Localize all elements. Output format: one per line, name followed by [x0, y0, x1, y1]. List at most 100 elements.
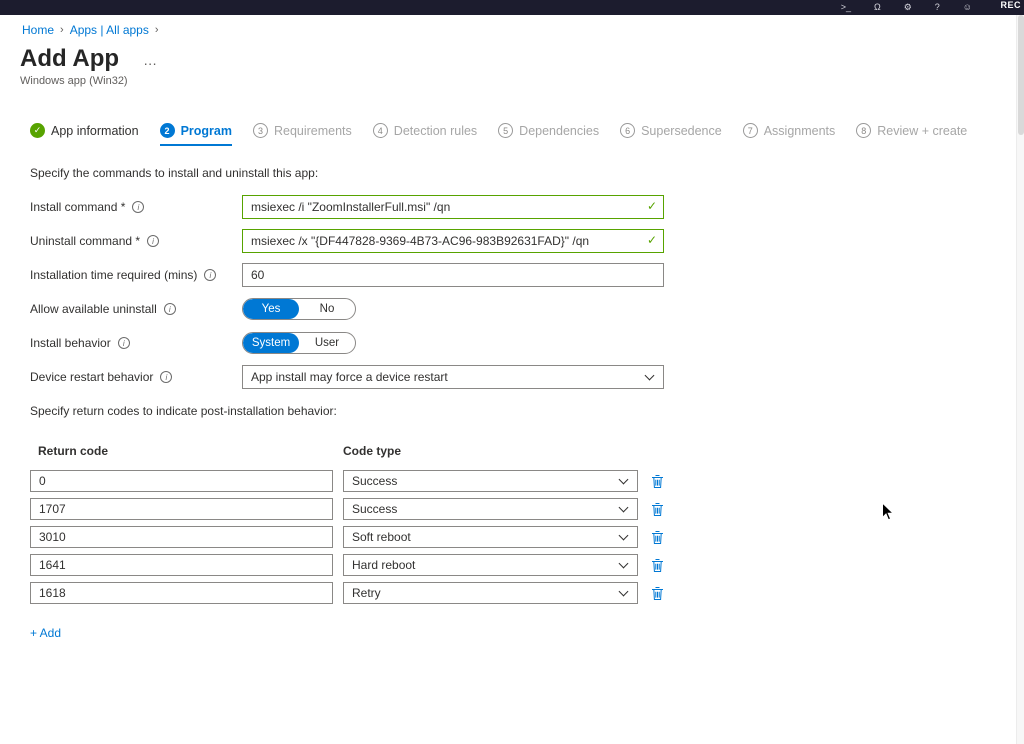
- return-code-input[interactable]: [30, 498, 333, 520]
- code-type-dropdown[interactable]: Success: [343, 470, 638, 492]
- label-text: Uninstall command *: [30, 234, 140, 248]
- step-dependencies[interactable]: 5 Dependencies: [498, 123, 599, 146]
- chevron-down-icon: [619, 558, 629, 568]
- uninstall-command-label: Uninstall command * i: [30, 234, 242, 248]
- dropdown-value: Soft reboot: [352, 530, 411, 544]
- step-supersedence[interactable]: 6 Supersedence: [620, 123, 722, 146]
- uninstall-command-input[interactable]: [242, 229, 664, 253]
- return-codes-rows: Success Success: [30, 470, 1024, 604]
- chevron-down-icon: [619, 586, 629, 596]
- page-title: Add App: [20, 46, 119, 72]
- main-content: Home › Apps | All apps › Add App … Windo…: [0, 15, 1024, 642]
- return-code-input[interactable]: [30, 554, 333, 576]
- chevron-down-icon: [619, 474, 629, 484]
- delete-row-button[interactable]: [651, 502, 664, 517]
- install-behavior-toggle[interactable]: System User: [242, 332, 356, 354]
- step-number-icon: 6: [620, 123, 635, 138]
- install-time-label: Installation time required (mins) i: [30, 268, 242, 282]
- feedback-icon[interactable]: ☺: [963, 3, 972, 12]
- breadcrumb-all-apps[interactable]: Apps | All apps: [70, 23, 149, 37]
- more-menu-button[interactable]: …: [143, 52, 159, 72]
- step-number-icon: 8: [856, 123, 871, 138]
- add-return-code-button[interactable]: + Add: [30, 626, 61, 640]
- info-icon[interactable]: i: [160, 371, 172, 383]
- allow-uninstall-toggle[interactable]: Yes No: [242, 298, 356, 320]
- info-icon[interactable]: i: [204, 269, 216, 281]
- allow-uninstall-label: Allow available uninstall i: [30, 302, 242, 316]
- return-code-row: Hard reboot: [30, 554, 1024, 576]
- commands-section-heading: Specify the commands to install and unin…: [30, 166, 1024, 180]
- delete-row-button[interactable]: [651, 530, 664, 545]
- info-icon[interactable]: i: [164, 303, 176, 315]
- info-icon[interactable]: i: [132, 201, 144, 213]
- return-code-row: Success: [30, 470, 1024, 492]
- step-label: Requirements: [274, 124, 352, 138]
- trash-icon: [651, 502, 664, 517]
- title-row: Add App …: [20, 46, 1024, 72]
- help-icon[interactable]: ?: [935, 3, 940, 12]
- step-program[interactable]: 2 Program: [160, 123, 232, 146]
- scrollbar-thumb[interactable]: [1018, 15, 1024, 135]
- toggle-option-yes[interactable]: Yes: [243, 299, 299, 319]
- code-type-dropdown[interactable]: Hard reboot: [343, 554, 638, 576]
- return-code-row: Retry: [30, 582, 1024, 604]
- return-code-row: Success: [30, 498, 1024, 520]
- step-label: App information: [51, 124, 139, 138]
- breadcrumb-separator-icon: ›: [60, 24, 64, 36]
- restart-behavior-row: Device restart behavior i App install ma…: [30, 365, 1024, 389]
- install-time-row: Installation time required (mins) i: [30, 263, 1024, 287]
- code-type-dropdown[interactable]: Soft reboot: [343, 526, 638, 548]
- info-icon[interactable]: i: [147, 235, 159, 247]
- label-text: Device restart behavior: [30, 370, 153, 384]
- step-complete-check-icon: ✓: [30, 123, 45, 138]
- dropdown-value: Retry: [352, 586, 381, 600]
- toggle-option-system[interactable]: System: [243, 333, 299, 353]
- code-type-dropdown[interactable]: Retry: [343, 582, 638, 604]
- install-behavior-label: Install behavior i: [30, 336, 242, 350]
- dropdown-value: Success: [352, 474, 397, 488]
- step-number-icon: 4: [373, 123, 388, 138]
- step-detection-rules[interactable]: 4 Detection rules: [373, 123, 477, 146]
- step-label: Supersedence: [641, 124, 722, 138]
- label-text: Installation time required (mins): [30, 268, 197, 282]
- chevron-down-icon: [619, 530, 629, 540]
- device-restart-dropdown[interactable]: App install may force a device restart: [242, 365, 664, 389]
- scrollbar[interactable]: [1016, 15, 1024, 744]
- top-bar: >_ Ω ⚙ ? ☺ REC: [0, 0, 1024, 15]
- info-icon[interactable]: i: [118, 337, 130, 349]
- code-type-dropdown[interactable]: Success: [343, 498, 638, 520]
- delete-row-button[interactable]: [651, 558, 664, 573]
- step-assignments[interactable]: 7 Assignments: [743, 123, 836, 146]
- cloud-shell-icon[interactable]: >_: [841, 3, 851, 12]
- step-label: Detection rules: [394, 124, 477, 138]
- step-app-information[interactable]: ✓ App information: [30, 123, 139, 146]
- trash-icon: [651, 586, 664, 601]
- step-requirements[interactable]: 3 Requirements: [253, 123, 352, 146]
- return-code-input[interactable]: [30, 582, 333, 604]
- chevron-down-icon: [645, 370, 655, 380]
- dropdown-value: App install may force a device restart: [251, 370, 448, 384]
- delete-row-button[interactable]: [651, 474, 664, 489]
- uninstall-command-input-wrap: ✓: [242, 229, 664, 253]
- install-time-input-wrap: [242, 263, 664, 287]
- toggle-option-no[interactable]: No: [299, 299, 355, 319]
- settings-gear-icon[interactable]: ⚙: [904, 3, 912, 12]
- code-type-column-header: Code type: [343, 444, 401, 458]
- toggle-option-user[interactable]: User: [299, 333, 355, 353]
- step-review-create[interactable]: 8 Review + create: [856, 123, 967, 146]
- trash-icon: [651, 558, 664, 573]
- delete-row-button[interactable]: [651, 586, 664, 601]
- step-number-icon: 7: [743, 123, 758, 138]
- breadcrumb-separator-icon: ›: [155, 24, 159, 36]
- install-command-input[interactable]: [242, 195, 664, 219]
- step-number-icon: 5: [498, 123, 513, 138]
- recording-indicator: REC: [1000, 0, 1021, 10]
- return-code-input[interactable]: [30, 470, 333, 492]
- breadcrumb-home[interactable]: Home: [22, 23, 54, 37]
- trash-icon: [651, 530, 664, 545]
- notifications-icon[interactable]: Ω: [874, 3, 881, 12]
- return-code-row: Soft reboot: [30, 526, 1024, 548]
- label-text: Install behavior: [30, 336, 111, 350]
- return-code-input[interactable]: [30, 526, 333, 548]
- install-time-input[interactable]: [242, 263, 664, 287]
